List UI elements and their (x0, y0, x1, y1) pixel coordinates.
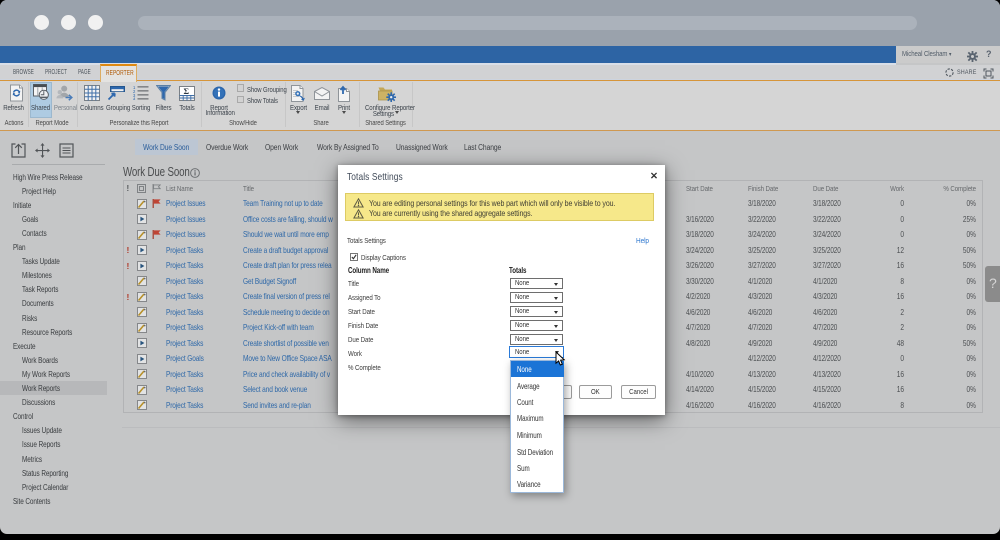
svg-text:4: 4 (133, 97, 136, 101)
svg-text:Σ: Σ (184, 86, 190, 96)
